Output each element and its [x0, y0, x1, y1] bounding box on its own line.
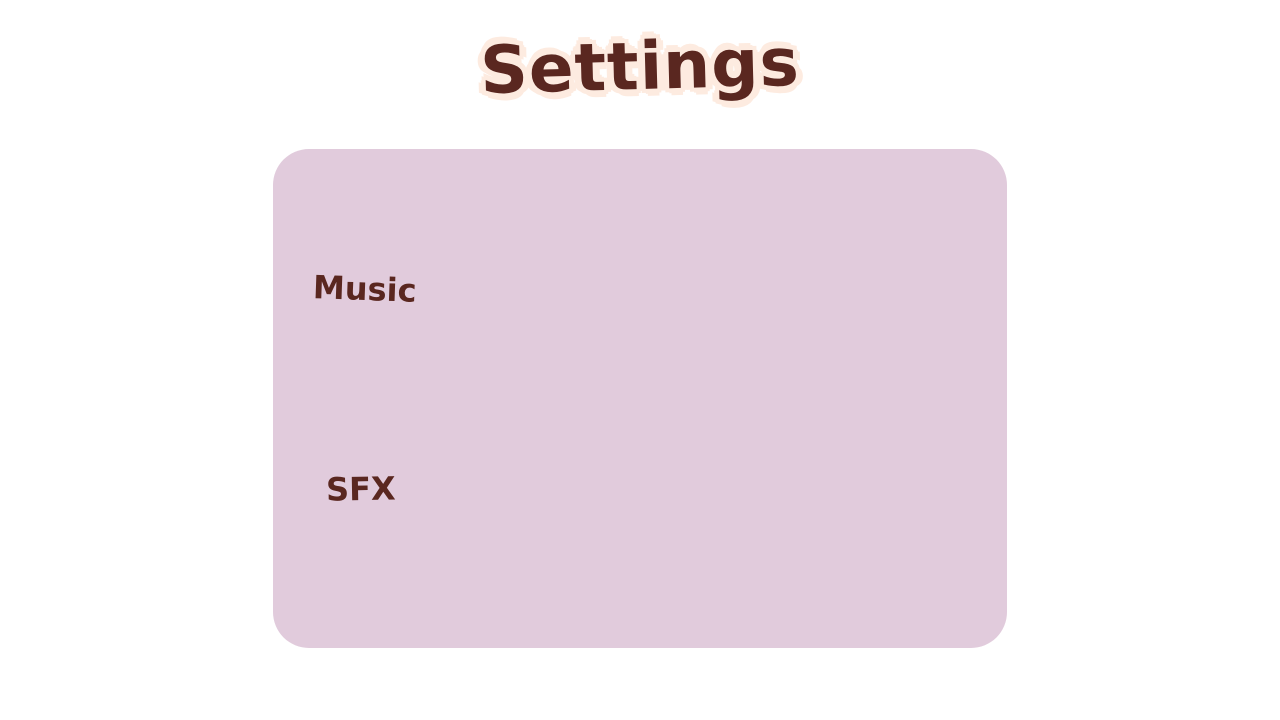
settings-panel: Music SFX [273, 149, 1007, 648]
settings-title: Settings [479, 23, 801, 110]
settings-screen: Settings Music SFX [0, 0, 1280, 720]
music-label: Music [312, 268, 418, 310]
sfx-label: SFX [325, 469, 396, 509]
